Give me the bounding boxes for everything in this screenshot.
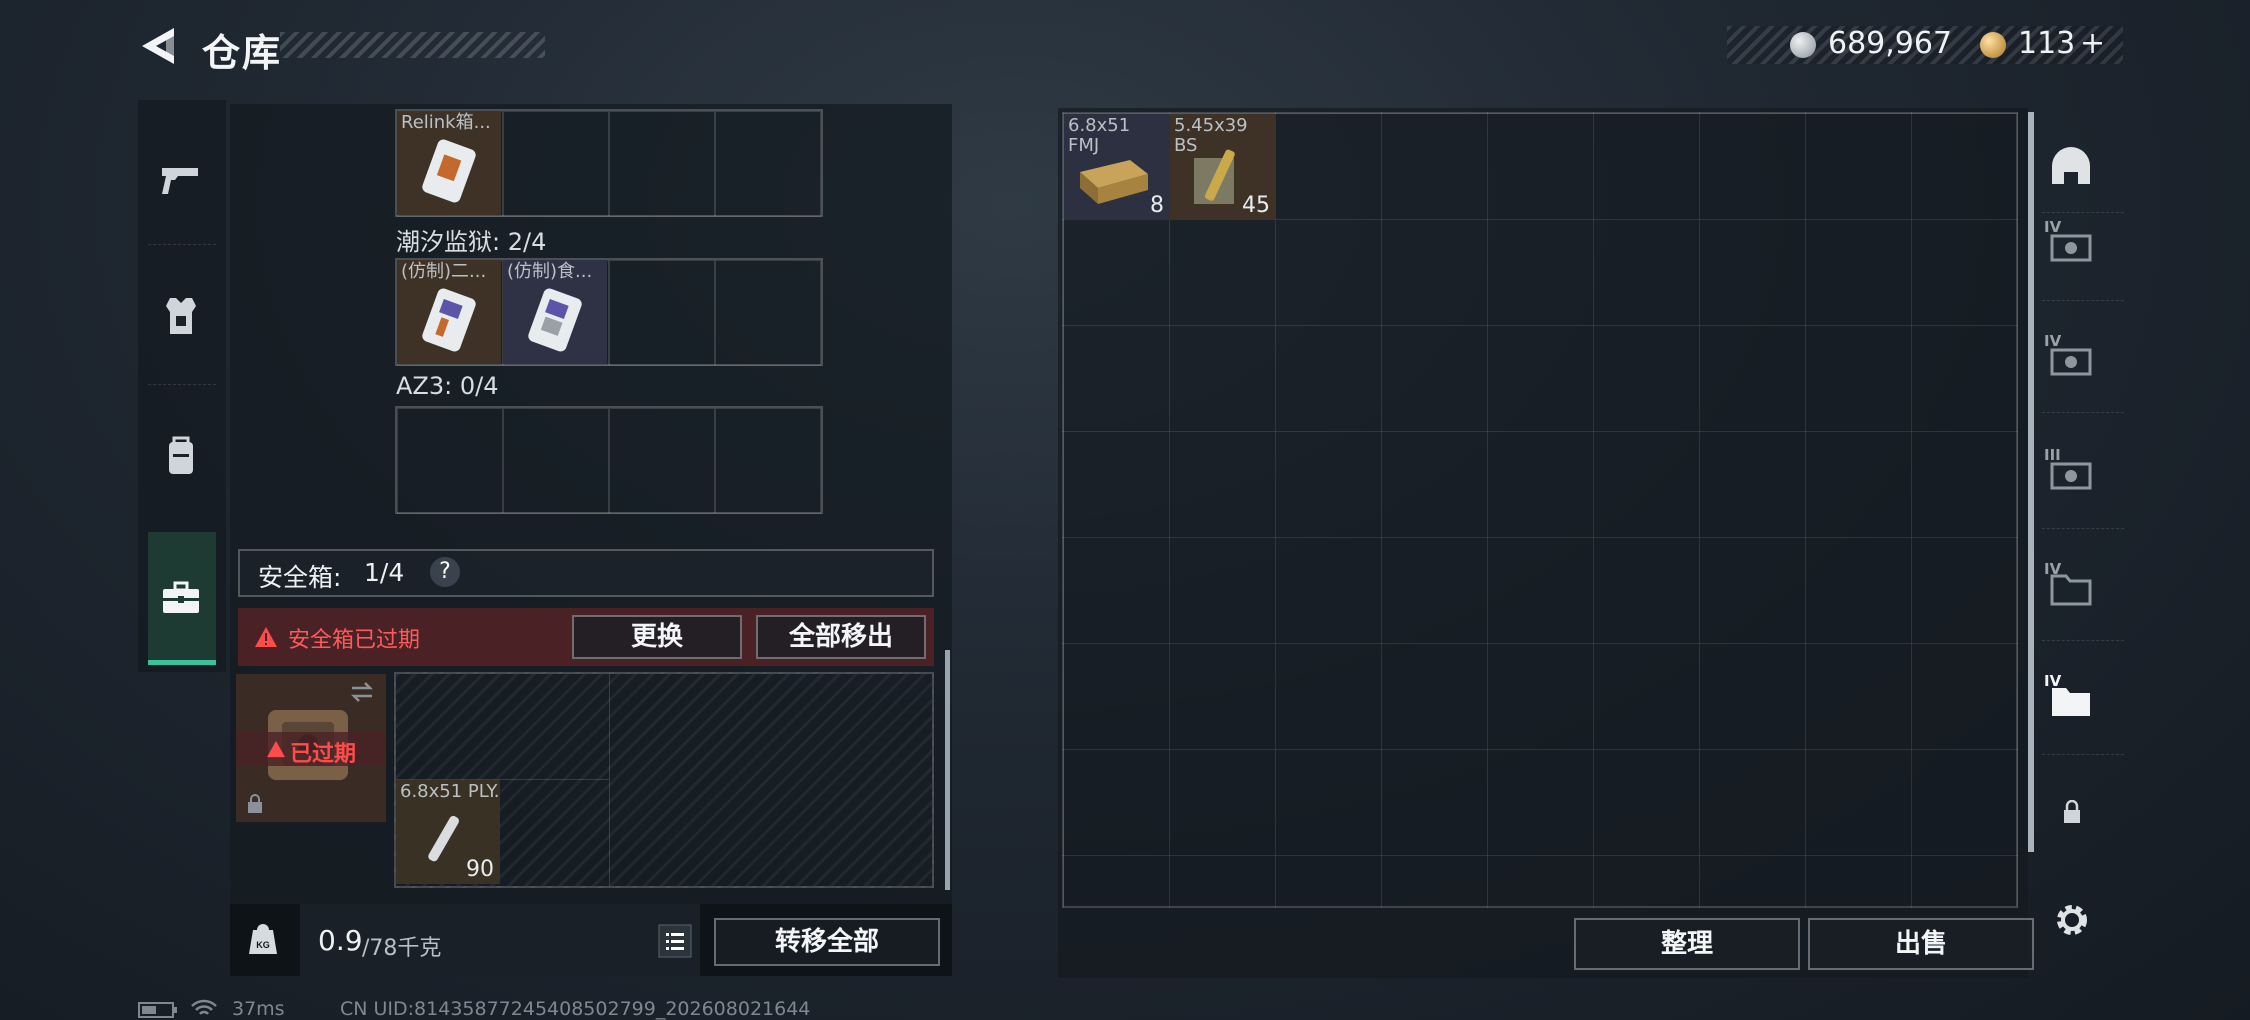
document-case-icon bbox=[528, 288, 582, 352]
lock-icon bbox=[248, 794, 262, 813]
backpack-icon[interactable] bbox=[158, 434, 204, 480]
list-icon[interactable] bbox=[658, 924, 692, 958]
folder-iv-icon[interactable]: IV bbox=[2044, 560, 2104, 612]
weight-value: 0.9 bbox=[318, 924, 363, 957]
briefcase-icon bbox=[163, 581, 199, 613]
ammo-box-iv-icon[interactable]: IV bbox=[2044, 218, 2104, 270]
back-arrow-icon[interactable] bbox=[138, 26, 180, 66]
battery-icon bbox=[138, 1002, 177, 1018]
silver-coin-icon bbox=[1790, 32, 1816, 58]
silver-coin-value: 689,967 bbox=[1828, 26, 1953, 61]
stash-grid: 6.8x51 FMJ 8 5.45x39 BS 45 bbox=[1062, 112, 2018, 908]
wifi-icon bbox=[191, 999, 217, 1015]
left-panel-scrollbar[interactable] bbox=[945, 650, 950, 890]
inventory-item[interactable]: (仿制)二... bbox=[397, 260, 501, 364]
uid-text: CN UID:81435877245408502799_202608021644 bbox=[340, 998, 811, 1020]
ammo-box-icon bbox=[1080, 160, 1148, 204]
armor-vest-icon[interactable] bbox=[158, 294, 204, 340]
lock-icon[interactable] bbox=[2062, 800, 2082, 824]
stash-scrollbar[interactable] bbox=[2028, 112, 2034, 852]
ping-text: 37ms bbox=[232, 998, 285, 1020]
ammo-icon bbox=[428, 815, 459, 862]
safebox-count: 1/4 bbox=[364, 558, 405, 587]
document-case-icon bbox=[422, 288, 476, 352]
svg-text:KG: KG bbox=[256, 940, 270, 950]
warning-icon bbox=[267, 740, 285, 758]
section-label: AZ3: 0/4 bbox=[396, 372, 499, 400]
alert-text: 安全箱已过期 bbox=[288, 628, 421, 653]
safebox-item[interactable]: 6.8x51 PLY... 90 bbox=[396, 780, 500, 884]
safebox-slot[interactable]: 已过期 bbox=[236, 674, 386, 822]
help-button[interactable]: ? bbox=[430, 557, 460, 587]
inventory-item[interactable]: (仿制)食... bbox=[503, 260, 607, 364]
helmet-icon[interactable] bbox=[2048, 144, 2094, 190]
ammo-box-iv-icon-2[interactable]: IV bbox=[2044, 332, 2104, 384]
ammo-box-iii-icon[interactable]: III bbox=[2044, 446, 2104, 498]
pistol-icon[interactable] bbox=[158, 156, 204, 202]
safebox-label: 安全箱: bbox=[258, 563, 342, 592]
nav-divider bbox=[148, 384, 216, 385]
nav-divider bbox=[148, 244, 216, 245]
expired-label: 已过期 bbox=[290, 742, 357, 767]
title-decoration bbox=[280, 32, 545, 58]
inventory-item[interactable]: Relink箱... bbox=[397, 111, 501, 215]
stash-item[interactable]: 6.8x51 FMJ 8 bbox=[1064, 114, 1170, 220]
safebox-grid: 6.8x51 PLY... 90 bbox=[394, 672, 934, 888]
sell-button[interactable]: 出售 bbox=[1808, 918, 2034, 970]
stash-item[interactable]: 5.45x39 BS 45 bbox=[1170, 114, 1276, 220]
weight-bar: KG 0.9 /78千克 转移全部 bbox=[230, 904, 952, 976]
page-title: 仓库 bbox=[202, 31, 283, 75]
gold-coin-icon bbox=[1980, 32, 2006, 58]
sort-button[interactable]: 整理 bbox=[1574, 918, 1800, 970]
weight-icon: KG bbox=[249, 924, 277, 954]
transfer-all-button[interactable]: 转移全部 bbox=[714, 918, 940, 966]
warning-icon bbox=[255, 627, 277, 647]
safebox-header: 安全箱: 1/4 ? bbox=[238, 549, 934, 597]
document-case-icon bbox=[422, 139, 476, 203]
section-label: 潮汐监狱: 2/4 bbox=[396, 228, 547, 256]
remove-all-button[interactable]: 全部移出 bbox=[756, 615, 926, 659]
add-currency-button[interactable]: + bbox=[2080, 26, 2105, 61]
gold-coin-value: 113 bbox=[2018, 26, 2076, 61]
gear-icon[interactable] bbox=[2052, 900, 2092, 940]
replace-button[interactable]: 更换 bbox=[572, 615, 742, 659]
item-grid bbox=[395, 406, 823, 514]
weight-max: /78千克 bbox=[362, 936, 442, 961]
safebox-expired-alert: 安全箱已过期 更换 全部移出 bbox=[238, 608, 934, 666]
swap-icon[interactable] bbox=[348, 680, 376, 704]
folder-iv-icon-2[interactable]: IV bbox=[2044, 672, 2104, 724]
